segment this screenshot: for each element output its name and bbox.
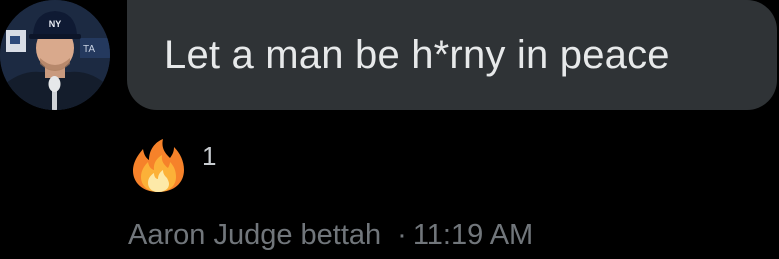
message-bubble[interactable]: Let a man be h*rny in peace <box>127 0 777 110</box>
reaction-count: 1 <box>202 140 217 171</box>
meta-separator: · <box>397 219 407 251</box>
sender-name: Aaron Judge bettah <box>128 219 382 251</box>
fire-emoji-icon <box>133 139 184 192</box>
svg-text:TA: TA <box>83 44 95 55</box>
avatar[interactable]: TA NY <box>0 0 110 110</box>
reaction-badge[interactable]: 1 <box>128 138 216 194</box>
cap-logo: NY <box>49 19 62 29</box>
timestamp: 11:19 AM <box>412 219 534 251</box>
message-meta: Aaron Judge bettah · 11:19 AM <box>128 219 533 252</box>
person-avatar-icon: TA NY <box>0 0 110 110</box>
message-text: Let a man be h*rny in peace <box>164 32 670 77</box>
